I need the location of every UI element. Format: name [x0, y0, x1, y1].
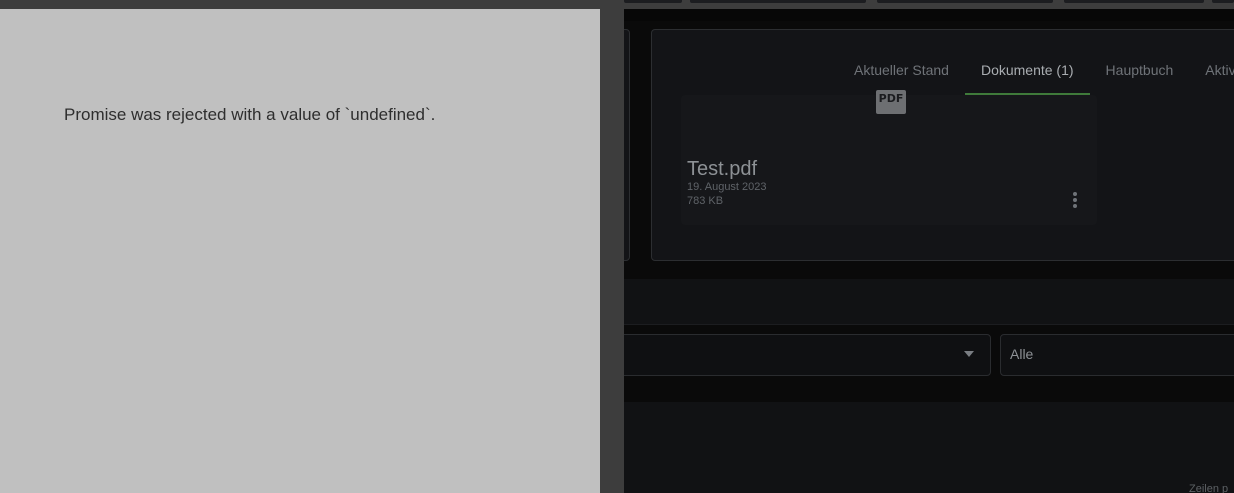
filter-select-value: Alle [1010, 346, 1034, 362]
error-panel: Promise was rejected with a value of `un… [0, 9, 600, 493]
category-select[interactable] [560, 334, 991, 376]
tab-bar: Aktueller Stand Dokumente (1) Hauptbuch … [838, 48, 1234, 96]
table-panel [600, 402, 1234, 493]
toolbar-row [600, 279, 1234, 325]
toolbar-segment [877, 0, 1053, 3]
filter-select[interactable] [1000, 334, 1234, 376]
background-band [600, 9, 1234, 21]
panel-divider[interactable] [600, 9, 624, 493]
rows-per-page-label: Zeilen p [1189, 483, 1229, 493]
document-date: 19. August 2023 [687, 181, 767, 193]
toolbar-segment [624, 0, 682, 3]
document-name: Test.pdf [687, 158, 758, 180]
error-message: Promise was rejected with a value of `un… [64, 105, 436, 124]
more-vert-icon[interactable] [1066, 188, 1084, 212]
top-toolbar-strip [0, 0, 1234, 9]
tab-hauptbuch[interactable]: Hauptbuch [1090, 48, 1190, 94]
chevron-down-icon[interactable] [964, 351, 974, 357]
tab-dokumente[interactable]: Dokumente (1) [964, 48, 1090, 95]
document-size: 783 KB [687, 195, 724, 207]
toolbar-segment [1064, 0, 1204, 3]
app-root: { "error": { "message": "Promise was rej… [0, 0, 1234, 493]
tab-aktiv[interactable]: Aktiv [1189, 48, 1234, 94]
toolbar-segment [690, 0, 866, 3]
pdf-file-icon: PDF [876, 90, 906, 114]
toolbar-segment [1212, 0, 1234, 3]
tab-aktueller-stand[interactable]: Aktueller Stand [838, 48, 965, 94]
